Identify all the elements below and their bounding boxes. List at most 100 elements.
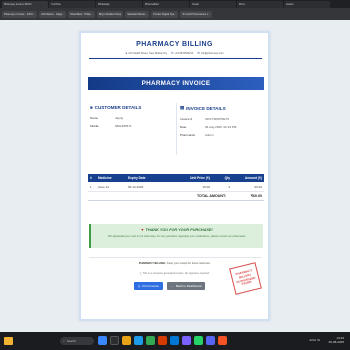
thank-you-message: We appreciate your trust in our pharmacy… [107, 235, 247, 238]
bookmark-label: Pharmacy Invoice - INVC... [4, 12, 36, 16]
bookmark[interactable]: Pocket Digital Sys... [151, 10, 179, 18]
tab-title: Drive [239, 3, 245, 6]
thank-you-box: ♥ THANK YOU FOR YOUR PURCHASE! We appreci… [89, 224, 263, 248]
divider [89, 58, 262, 59]
phone-icon: ✆ [170, 51, 174, 55]
bookmark[interactable]: Bhye Medikal Shop [96, 10, 124, 18]
tab-title: Pharmacy Invoice #INV2 [4, 3, 32, 6]
chrome-icon[interactable] [146, 336, 155, 345]
divider [89, 257, 262, 258]
browser-tab[interactable]: WhatsApp [96, 1, 142, 8]
value: INV17387870ETX [205, 117, 230, 121]
browser-tab-active[interactable]: Pharmacy Invoice #INV2 [2, 1, 48, 8]
bookmark[interactable]: Hill Market - Gilga... [39, 10, 67, 18]
task-view-icon[interactable] [110, 336, 119, 345]
page-viewport: PHARMACY BILLING ● 123 Health Street, New… [0, 20, 350, 332]
tab-title: PharmaMed [145, 3, 159, 6]
phone-text: +91 9876543210 [174, 51, 194, 55]
cell: 15.00 [202, 184, 210, 189]
taskbar-search-label: Search [66, 339, 77, 343]
column-header: Amount (₹) [244, 176, 262, 180]
value: Jayraj [115, 116, 124, 120]
bookmark[interactable]: Standard Bazar... [125, 10, 150, 18]
column-header: # [90, 176, 92, 180]
taskbar: ⌕ Search ENG IN 14:23 06-08-2025 [0, 332, 350, 350]
search-icon: ⌕ [63, 339, 65, 343]
action-buttons: ⎙ Print Invoice ← Back to Dashboard [134, 282, 206, 290]
thank-you-title-text: THANK YOU FOR YOUR PURCHASE! [145, 228, 213, 232]
browser-tab[interactable]: Gmail [190, 1, 236, 8]
file-explorer-icon[interactable] [122, 336, 131, 345]
contact-line: ● 123 Health Street, New Dhaka City ✆ +91 … [81, 51, 268, 55]
cell: 4 [228, 184, 230, 189]
customer-heading: ■ CUSTOMER DETAILS [90, 105, 172, 110]
mail-icon: ✉ [197, 51, 200, 55]
customer-details: ■ CUSTOMER DETAILS Name Jayraj Mobile 96014… [90, 105, 172, 130]
taskbar-search[interactable]: ⌕ Search [60, 337, 94, 345]
discord-icon[interactable] [206, 336, 215, 345]
cell: 60.00 [254, 184, 262, 189]
language-indicator[interactable]: ENG IN [310, 338, 320, 342]
invoice-brand: PHARMACY BILLING [136, 41, 213, 48]
browser-tab[interactable]: PharmaMed [143, 1, 189, 8]
value: 06 Aug 2025, 02:23 PM [205, 125, 237, 129]
bookmark-label: Bhye Medikal Shop [98, 12, 122, 16]
print-invoice-label: Print Invoice [142, 284, 159, 288]
bookmark[interactable]: Sri Gold Pharmacies v... [180, 10, 213, 18]
column-header: Unit Price (₹) [190, 176, 210, 180]
start-icon[interactable] [98, 336, 107, 345]
footer-brand: PHARMACY BILLING [138, 262, 165, 265]
bookmark[interactable]: ShareMed - Philip... [68, 10, 95, 18]
value: Admin [205, 133, 214, 137]
address: ● 123 Health Street, New Dhaka City [125, 51, 167, 55]
clock[interactable]: 14:23 06-08-2025 [329, 336, 344, 345]
footer-note: PHARMACY BILLING | Keep your receipt for… [81, 262, 268, 265]
tab-title: WhatsApp [98, 3, 110, 6]
print-invoice-button[interactable]: ⎙ Print Invoice [134, 282, 163, 290]
heart-icon: ♥ [141, 228, 144, 232]
user-icon: ■ [90, 105, 93, 110]
phone: ✆ +91 9876543210 [171, 51, 193, 55]
bookmark[interactable]: Pharmacy Invoice - INVC... [2, 10, 38, 18]
total-label: TOTAL AMOUNT: [196, 194, 226, 198]
arrow-left-icon: ← [170, 284, 174, 288]
bookmark-label: Standard Bazar... [127, 12, 148, 16]
whatsapp-icon[interactable] [194, 336, 203, 345]
browser-tab[interactable]: Drive [237, 1, 283, 8]
store-icon[interactable] [170, 336, 179, 345]
app-icon[interactable] [218, 336, 227, 345]
tab-title: Gmail [192, 3, 199, 6]
footer-disclaimer-text: This is a computer generated invoice. No… [142, 272, 210, 275]
authorized-stamp: PHARMACY BILLING AUTHORIZED STAMP [229, 262, 262, 295]
back-to-dashboard-button[interactable]: ← Back to Dashboard [166, 282, 206, 290]
bookmark-label: Sri Gold Pharmacies v... [182, 12, 211, 16]
taskbar-apps [98, 336, 227, 345]
column-header: Medicine [98, 176, 112, 180]
invoice-details: ▤ INVOICE DETAILS Invoice # INV17387870ETX… [180, 105, 262, 139]
email-text: info@pharmacy.com [200, 51, 224, 55]
browser-tab[interactable]: Assets [284, 1, 330, 8]
browser-tab[interactable]: YouTube [49, 1, 95, 8]
table-header: # Medicine Expiry Date Unit Price (₹) Qt… [88, 174, 264, 182]
printer-icon: ⎙ [138, 284, 141, 288]
invoice-number-row: Invoice # INV17387870ETX [180, 115, 262, 123]
column-divider [176, 103, 177, 155]
cell: 05-12-2025 [128, 184, 144, 189]
clock-date: 06-08-2025 [328, 340, 344, 345]
table-row: 1 Azee 44 05-12-2025 15.00 4 60.00 [88, 182, 264, 192]
column-header: Qty [224, 176, 230, 180]
widgets-icon[interactable] [4, 337, 13, 345]
column-header: Expiry Date [128, 176, 146, 180]
office-icon[interactable] [158, 336, 167, 345]
edge-icon[interactable] [134, 336, 143, 345]
tab-title: Assets [286, 3, 294, 6]
bookmark-label: Hill Market - Gilga... [41, 12, 65, 16]
file-icon: ▤ [180, 105, 185, 110]
label: Name [90, 116, 99, 120]
invoice-date-row: Date 06 Aug 2025, 02:23 PM [180, 123, 262, 131]
total-row: TOTAL AMOUNT: ₹60.00 [88, 192, 264, 201]
customer-heading-text: CUSTOMER DETAILS [94, 105, 142, 110]
vscode-icon[interactable] [182, 336, 191, 345]
label: Mobile [90, 124, 99, 128]
total-amount: ₹60.00 [250, 194, 262, 198]
